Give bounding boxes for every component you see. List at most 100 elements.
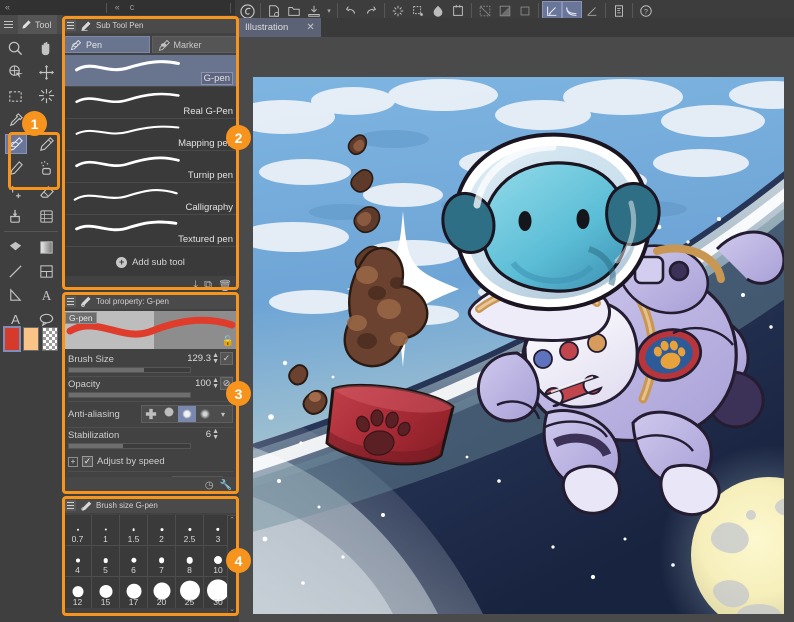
- brush-size-cell[interactable]: 2: [148, 515, 176, 546]
- tool-gradient-map[interactable]: [31, 204, 62, 228]
- annotation-number-4: 4: [226, 548, 251, 573]
- brush-size-cell[interactable]: 2.5: [176, 515, 204, 546]
- add-sub-tool-button[interactable]: + Add sub tool: [64, 248, 237, 276]
- tool-move[interactable]: [31, 60, 62, 84]
- tool-marquee[interactable]: [0, 84, 31, 108]
- size-label: 1.5: [127, 534, 140, 544]
- history-icon[interactable]: ◷: [205, 480, 214, 491]
- tool-pen[interactable]: [0, 132, 31, 156]
- adjust-by-speed-row[interactable]: + ✓ Adjust by speed: [68, 452, 233, 472]
- brush-size-cell[interactable]: 15: [92, 577, 120, 608]
- add-sub-tool-label: Add sub tool: [132, 256, 185, 268]
- brush-size-cell[interactable]: 25: [176, 577, 204, 608]
- antialiasing-medium[interactable]: [178, 406, 196, 422]
- brush-size-cell[interactable]: 17: [120, 577, 148, 608]
- sub-tool-tabs: Pen Marker: [62, 33, 239, 55]
- tool-text[interactable]: A: [31, 283, 62, 307]
- brush-size-cell[interactable]: 20: [148, 577, 176, 608]
- scroll-down-icon[interactable]: ⌄: [229, 605, 235, 613]
- sub-tool-list[interactable]: G-pen Real G-Pen Mapping pen Turnip pen …: [64, 55, 237, 248]
- brush-size-row[interactable]: Brush Size 129.3 ▲ ▼ ✓: [68, 352, 233, 377]
- tool-frame-border[interactable]: [31, 259, 62, 283]
- tool-auto-select[interactable]: [31, 84, 62, 108]
- chevron-down-icon[interactable]: ▾: [324, 7, 334, 15]
- tab-pen[interactable]: Pen: [64, 36, 150, 53]
- antialiasing-high[interactable]: [196, 406, 214, 422]
- tool-line[interactable]: [0, 259, 31, 283]
- tool-menu-icon[interactable]: [3, 19, 15, 31]
- tool-fill[interactable]: [0, 204, 31, 228]
- collapse-left-icon[interactable]: «: [0, 0, 15, 15]
- brush-size-cell[interactable]: 7: [148, 546, 176, 577]
- tool-eraser[interactable]: [31, 180, 62, 204]
- adjust-by-speed-checkbox[interactable]: ✓: [82, 456, 93, 467]
- tool-decoration[interactable]: [0, 180, 31, 204]
- list-item[interactable]: Real G-Pen: [64, 87, 237, 119]
- opacity-slider[interactable]: [68, 392, 191, 398]
- stabilization-stepper[interactable]: ▲ ▼: [212, 428, 219, 441]
- tab-marker[interactable]: Marker: [151, 36, 237, 53]
- list-item[interactable]: Mapping pen: [64, 119, 237, 151]
- brush-size-cell[interactable]: 12: [64, 577, 92, 608]
- transparent-swatch[interactable]: [42, 327, 58, 351]
- tool-brush[interactable]: [0, 156, 31, 180]
- brush-size-cell[interactable]: 1: [92, 515, 120, 546]
- sub-tool-pen-icon: [81, 21, 91, 31]
- opacity-row[interactable]: Opacity 100 ▲ ▼ ⊘: [68, 377, 233, 402]
- collapse-icon-2[interactable]: «: [110, 0, 125, 15]
- lock-icon[interactable]: 🔓: [222, 336, 234, 347]
- list-item[interactable]: Turnip pen: [64, 151, 237, 183]
- brush-size-stepper[interactable]: ▲ ▼: [212, 352, 219, 365]
- brush-size-slider[interactable]: [68, 367, 191, 373]
- preview-name-label: G-pen: [65, 312, 97, 324]
- sub-color-swatch[interactable]: [23, 327, 39, 351]
- stabilization-slider[interactable]: [68, 443, 191, 449]
- tool-magnifier[interactable]: [0, 36, 31, 60]
- chevron-down-icon[interactable]: ▾: [214, 406, 232, 422]
- list-item[interactable]: G-pen: [64, 55, 237, 87]
- stroke-preview: [75, 92, 180, 104]
- main-color-swatch[interactable]: [3, 326, 21, 352]
- artwork-canvas[interactable]: [253, 77, 784, 614]
- tool-airbrush[interactable]: [31, 156, 62, 180]
- tool-hand[interactable]: [31, 36, 62, 60]
- delete-icon[interactable]: 🗑: [218, 279, 232, 292]
- sub-tool-menu-icon[interactable]: [65, 20, 76, 31]
- brush-size-cell[interactable]: 0.7: [64, 515, 92, 546]
- brush-size-menu-icon[interactable]: [65, 500, 76, 511]
- brush-size-cell[interactable]: 5: [92, 546, 120, 577]
- tool-gradient-square[interactable]: [31, 235, 62, 259]
- opacity-stepper[interactable]: ▲ ▼: [212, 377, 219, 390]
- size-label: 8: [187, 565, 192, 575]
- brush-size-cell[interactable]: 6: [120, 546, 148, 577]
- annotation-number-3: 3: [226, 381, 251, 406]
- expander-icon[interactable]: +: [68, 456, 78, 467]
- wrench-icon[interactable]: 🔧: [220, 480, 232, 491]
- size-dot: [72, 585, 83, 597]
- antialiasing-low[interactable]: [160, 406, 178, 422]
- import-icon[interactable]: ⤓: [193, 279, 198, 292]
- strip-icon-c[interactable]: c: [125, 0, 140, 15]
- brush-size-check[interactable]: ✓: [220, 352, 233, 365]
- tool-ruler[interactable]: [0, 283, 31, 307]
- tool-property-menu-icon[interactable]: [65, 296, 76, 307]
- duplicate-icon[interactable]: ⧉: [204, 279, 212, 292]
- decoration-icon: [5, 182, 27, 202]
- stabilization-row[interactable]: Stabilization 6 ▲ ▼: [68, 428, 233, 452]
- tool-rotate[interactable]: [0, 60, 31, 84]
- tool-gradient[interactable]: [0, 235, 31, 259]
- close-icon[interactable]: ✕: [306, 22, 314, 33]
- brush-size-cell[interactable]: 1.5: [120, 515, 148, 546]
- brush-size-cell[interactable]: 8: [176, 546, 204, 577]
- brush-size-cell[interactable]: 4: [64, 546, 92, 577]
- list-item[interactable]: Textured pen: [64, 215, 237, 247]
- size-dot: [75, 558, 80, 563]
- tab-marker-label: Marker: [173, 39, 202, 50]
- brush-icon: [5, 158, 27, 178]
- tab-illustration[interactable]: Illustration ✕: [239, 18, 321, 37]
- tab-tool[interactable]: Tool: [18, 15, 57, 34]
- list-item[interactable]: Calligraphy: [64, 183, 237, 215]
- menubar-divider-7: [632, 3, 633, 19]
- antialiasing-none[interactable]: [142, 406, 160, 422]
- scroll-up-icon[interactable]: ⌃: [229, 516, 235, 524]
